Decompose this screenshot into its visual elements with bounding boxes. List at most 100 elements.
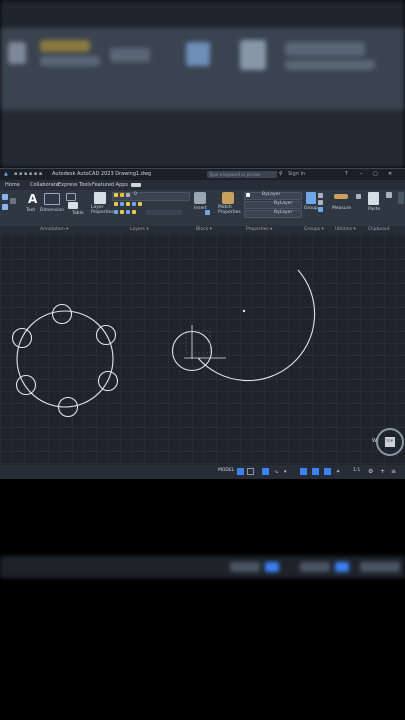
layer-tool-icon[interactable] [132, 210, 136, 214]
layer-properties-icon[interactable] [94, 192, 106, 204]
panel-block[interactable]: Block ▾ [196, 226, 212, 234]
grid-toggle-icon[interactable] [237, 468, 244, 475]
polar-icon[interactable]: ↘ [274, 469, 278, 475]
match-properties-label[interactable]: Match Properties [218, 205, 241, 215]
draw-tool-icon[interactable] [2, 204, 8, 210]
minimize-icon[interactable]: – [360, 169, 363, 180]
panel-clipboard[interactable]: Clipboard [368, 226, 390, 234]
title-bar: ▲ ▪ ▪ ▪ ▪ ▪ ▪ Autodesk AutoCAD 2023 Draw… [0, 169, 405, 180]
measure-label[interactable]: Measure [332, 206, 351, 211]
match-properties-icon[interactable] [222, 192, 234, 204]
snap-toggle-icon[interactable] [247, 468, 254, 475]
layer-tool-icon[interactable] [114, 202, 118, 206]
table-tool-icon[interactable] [68, 202, 78, 209]
text-label[interactable]: Text [26, 208, 35, 213]
create-block-icon[interactable] [205, 210, 210, 215]
group-select-icon[interactable] [318, 207, 323, 212]
draw-tool-icon[interactable] [2, 194, 8, 200]
model-space-label[interactable]: MODEL [218, 468, 234, 473]
layer-tool-icon[interactable] [126, 210, 130, 214]
paste-label[interactable]: Paste [368, 207, 380, 212]
blur-chip [265, 562, 279, 572]
panel-annotation[interactable]: Annotation ▾ [40, 226, 68, 234]
sun-icon [120, 193, 124, 197]
quick-access-toolbar[interactable]: ▪ ▪ ▪ ▪ ▪ ▪ [14, 169, 42, 180]
text-tool-icon[interactable]: A [28, 192, 38, 206]
blurred-backdrop-top [0, 0, 405, 168]
viewcube[interactable]: TOP W [372, 421, 404, 461]
center-point [242, 309, 246, 313]
user-label[interactable]: Sign In [288, 169, 305, 180]
measure-icon[interactable] [334, 194, 348, 199]
arc-segment[interactable] [197, 269, 316, 382]
help-icon[interactable]: ? [345, 169, 348, 180]
lineweight-dropdown[interactable] [244, 201, 302, 209]
blur-bar [0, 110, 405, 168]
linetype-dropdown[interactable] [244, 210, 302, 218]
paste-icon[interactable] [368, 192, 379, 205]
drawing-geometry [11, 269, 316, 418]
ribbon-tab-bar: Home Collaborate Express Tools Featured … [0, 180, 405, 190]
layer-tool-icon[interactable] [132, 202, 136, 206]
window-title: Autodesk AutoCAD 2023 Drawing1.dwg [52, 171, 152, 177]
menu-icon[interactable]: ≡ [391, 468, 396, 475]
utility-icon[interactable] [356, 194, 361, 199]
panel-properties[interactable]: Properties ▾ [246, 226, 272, 234]
bylayer-linetype: ByLayer [274, 210, 293, 215]
view-panel-edge [398, 192, 404, 204]
autocad-window: ▲ ▪ ▪ ▪ ▪ ▪ ▪ Autodesk AutoCAD 2023 Draw… [0, 168, 405, 479]
modify-tool-icon[interactable] [10, 198, 16, 204]
search-input[interactable]: Type a keyword or phrase [207, 171, 277, 178]
small-circle[interactable] [51, 303, 73, 325]
maximize-icon[interactable]: ▢ [373, 169, 378, 180]
group-edit-icon[interactable] [318, 200, 323, 205]
lock-icon [126, 193, 130, 197]
lineweight-toggle-icon[interactable] [324, 468, 331, 475]
osnap-toggle-icon[interactable] [300, 468, 307, 475]
dimension-label[interactable]: Dimension [40, 208, 64, 213]
plus-icon[interactable]: + [380, 468, 385, 475]
layer-tool-icon[interactable] [126, 202, 130, 206]
blur-bar [0, 0, 405, 28]
layer-properties-label[interactable]: Layer Properties [91, 205, 114, 215]
blur-chip [230, 562, 260, 572]
tab-featured-apps[interactable]: Featured Apps [92, 180, 128, 190]
ortho-toggle-icon[interactable] [262, 468, 269, 475]
leader-tool-icon[interactable] [66, 193, 76, 201]
copy-icon[interactable] [386, 192, 392, 198]
layer-tool-icon[interactable] [120, 202, 124, 206]
scale-label[interactable]: 1:1 [353, 468, 360, 473]
group-label[interactable]: Group [304, 206, 318, 211]
group-icon[interactable] [306, 192, 316, 204]
bylayer-color: ByLayer [262, 192, 281, 197]
dimension-tool-icon[interactable] [44, 193, 60, 205]
ungroup-icon[interactable] [318, 193, 323, 198]
settings-gear-icon[interactable]: ⚙ [368, 468, 373, 475]
tab-overflow-icon[interactable] [131, 183, 141, 187]
app-logo-icon[interactable]: ▲ [4, 169, 8, 180]
layer-tool-icon[interactable] [114, 210, 118, 214]
isodraft-icon[interactable]: ▾ [284, 469, 287, 475]
tab-express-tools[interactable]: Express Tools [58, 180, 91, 190]
drawing-canvas[interactable] [0, 235, 405, 465]
annotation-scale-icon[interactable]: ✦ [336, 469, 340, 475]
otrack-toggle-icon[interactable] [312, 468, 319, 475]
layer-tool-icon[interactable] [120, 210, 124, 214]
layer-tool-icon[interactable] [138, 202, 142, 206]
tab-collaborate[interactable]: Collaborate [30, 180, 59, 190]
match-layer-button[interactable] [146, 210, 182, 215]
small-circle[interactable] [15, 374, 37, 396]
table-label[interactable]: Table [72, 211, 84, 216]
panel-groups[interactable]: Groups ▾ [304, 226, 324, 234]
close-icon[interactable]: ✕ [388, 169, 392, 180]
panel-layers[interactable]: Layers ▾ [130, 226, 149, 234]
ribbon: A Text Dimension Table Layer Properties … [0, 190, 405, 227]
ribbon-panel-titles: Annotation ▾ Layers ▾ Block ▾ Properties… [0, 226, 405, 234]
tab-home[interactable]: Home [5, 180, 20, 190]
viewcube-top-label: TOP [386, 439, 394, 443]
lightbulb-icon [114, 193, 118, 197]
insert-block-icon[interactable] [194, 192, 206, 204]
bylayer-lineweight: ByLayer [274, 201, 293, 206]
search-icon[interactable]: ⚲ [279, 169, 283, 180]
panel-utilities[interactable]: Utilities ▾ [335, 226, 356, 234]
